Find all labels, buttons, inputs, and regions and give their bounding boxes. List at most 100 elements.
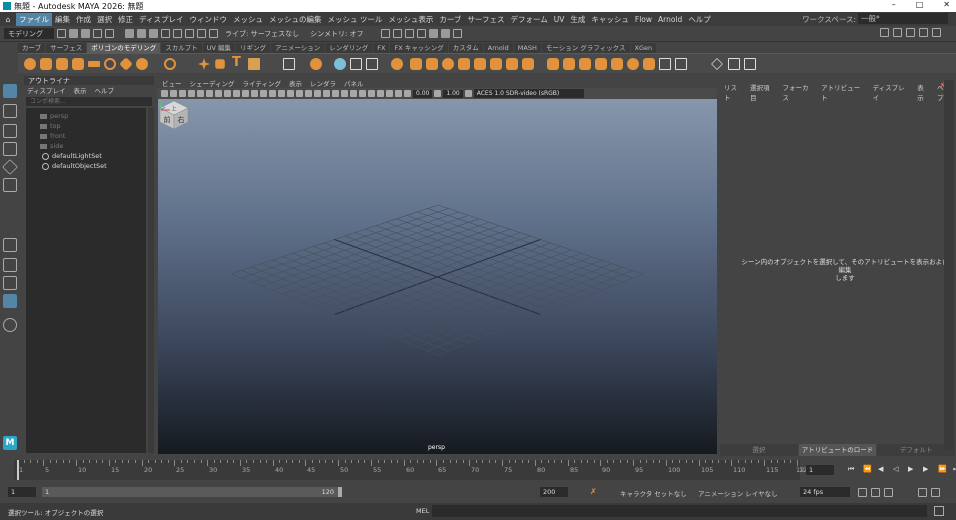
loop-icon[interactable] bbox=[858, 488, 867, 497]
planar-mapping-icon[interactable] bbox=[659, 58, 671, 70]
animation-preferences-icon[interactable] bbox=[931, 488, 940, 497]
character-set-dropdown[interactable]: キャラクタ セットなし bbox=[620, 488, 687, 498]
combine-icon[interactable] bbox=[283, 58, 295, 70]
current-frame-field[interactable]: 1 bbox=[806, 465, 834, 475]
tool-settings-icon[interactable] bbox=[919, 28, 928, 37]
rotate-tool-icon[interactable] bbox=[2, 159, 18, 175]
shelf-tab-rendering[interactable]: レンダリング bbox=[325, 43, 373, 53]
film-gate-icon[interactable] bbox=[224, 90, 231, 97]
default-material-icon[interactable] bbox=[296, 90, 303, 97]
wireframe-icon[interactable] bbox=[278, 90, 285, 97]
outliner-search-input[interactable]: コンポ検索... bbox=[26, 97, 152, 106]
menu-cache[interactable]: キャッシュ bbox=[588, 13, 632, 26]
auto-key-icon[interactable]: ✗ bbox=[590, 487, 597, 496]
ae-select-button[interactable]: 選択 bbox=[720, 444, 798, 456]
menu-display[interactable]: ディスプレイ bbox=[136, 13, 186, 26]
boolean-icon[interactable] bbox=[366, 58, 378, 70]
symmetry-dropdown[interactable]: シンメトリ: オフ bbox=[306, 28, 367, 39]
depth-of-field-icon[interactable] bbox=[359, 90, 366, 97]
ambient-occlusion-icon[interactable] bbox=[332, 90, 339, 97]
menu-surfaces[interactable]: サーフェス bbox=[464, 13, 507, 26]
resolution-gate-icon[interactable] bbox=[233, 90, 240, 97]
isolate-select-icon[interactable] bbox=[368, 90, 375, 97]
colorspace-dropdown[interactable]: ACES 1.0 SDR-video (sRGB) bbox=[473, 89, 584, 98]
menu-curves[interactable]: カーブ bbox=[436, 13, 464, 26]
render-frame-icon[interactable] bbox=[392, 29, 402, 38]
snap-curve-icon[interactable] bbox=[173, 29, 182, 38]
safe-title-icon[interactable] bbox=[269, 90, 276, 97]
bridge-icon[interactable] bbox=[458, 58, 470, 70]
menu-windows[interactable]: ウィンドウ bbox=[186, 13, 230, 26]
poly-type-icon[interactable] bbox=[215, 59, 225, 69]
shelf-tab-fx[interactable]: FX bbox=[373, 43, 390, 53]
menu-create[interactable]: 作成 bbox=[73, 13, 94, 26]
cache-playback-icon[interactable] bbox=[871, 488, 880, 497]
ae-menu-selected[interactable]: 選択項目 bbox=[750, 82, 775, 102]
poly-disc-icon[interactable] bbox=[119, 57, 133, 71]
shelf-tab-animation[interactable]: アニメーション bbox=[271, 43, 325, 53]
outliner-scrollbar[interactable] bbox=[148, 108, 154, 453]
ae-menu-focus[interactable]: フォーカス bbox=[782, 82, 814, 102]
new-scene-icon[interactable] bbox=[57, 29, 66, 38]
fill-hole-icon[interactable] bbox=[490, 58, 502, 70]
step-forward-key-icon[interactable]: ⏩ bbox=[938, 465, 947, 473]
camera-attributes-icon[interactable] bbox=[170, 90, 177, 97]
target-weld-icon[interactable] bbox=[579, 58, 591, 70]
smooth-shade-icon[interactable] bbox=[287, 90, 294, 97]
viewcube-top-label[interactable]: 上 bbox=[171, 105, 176, 112]
list-item[interactable]: top bbox=[40, 122, 61, 130]
snap-grid-icon[interactable] bbox=[161, 29, 170, 38]
smooth-icon[interactable] bbox=[350, 58, 362, 70]
maximize-button[interactable]: □ bbox=[916, 0, 924, 9]
play-forwards-icon[interactable]: ▶ bbox=[908, 465, 916, 473]
redo-icon[interactable] bbox=[105, 29, 114, 38]
move-tool-icon[interactable] bbox=[3, 142, 17, 156]
poly-plane-icon[interactable] bbox=[88, 61, 100, 67]
snap-surface-icon[interactable] bbox=[209, 29, 218, 38]
minimize-button[interactable]: – bbox=[892, 0, 896, 9]
save-scene-icon[interactable] bbox=[81, 29, 90, 38]
render-view-icon[interactable] bbox=[440, 29, 450, 38]
list-item[interactable]: defaultObjectSet bbox=[42, 162, 107, 170]
motion-blur-icon[interactable] bbox=[341, 90, 348, 97]
shelf-tab-motion-graphics[interactable]: モーション グラフィックス bbox=[541, 43, 630, 53]
textured-icon[interactable] bbox=[305, 90, 312, 97]
playback-options-icon[interactable] bbox=[884, 488, 893, 497]
mel-label[interactable]: MEL bbox=[416, 507, 429, 515]
play-backwards-icon[interactable]: ◁ bbox=[893, 465, 901, 473]
attribute-editor-icon[interactable] bbox=[906, 28, 915, 37]
xray-joints-icon[interactable] bbox=[386, 90, 393, 97]
select-object-icon[interactable] bbox=[137, 29, 146, 38]
connect-tool-icon[interactable] bbox=[595, 58, 607, 70]
ae-menu-attributes[interactable]: アトリビュート bbox=[821, 82, 865, 102]
type-tool-icon[interactable]: T bbox=[232, 56, 244, 69]
select-component-icon[interactable] bbox=[149, 29, 158, 38]
shelf-tab-custom[interactable]: カスタム bbox=[448, 43, 483, 53]
current-time-indicator[interactable] bbox=[17, 460, 19, 480]
channel-box-icon[interactable] bbox=[932, 28, 941, 37]
snap-point-icon[interactable] bbox=[185, 29, 194, 38]
four-pane-layout-icon[interactable] bbox=[3, 258, 17, 272]
exposure-icon[interactable] bbox=[404, 90, 411, 97]
shelf-tab-surfaces[interactable]: サーフェス bbox=[46, 43, 87, 53]
menu-mesh-tools[interactable]: メッシュ ツール bbox=[324, 13, 385, 26]
lights-icon[interactable] bbox=[314, 90, 321, 97]
maya-m-logo-icon[interactable]: M bbox=[3, 436, 17, 450]
menu-set-dropdown[interactable]: モデリング bbox=[4, 28, 54, 39]
shelf-tab-arnold[interactable]: Arnold bbox=[483, 43, 513, 53]
menu-edit[interactable]: 編集 bbox=[52, 13, 73, 26]
collapse-icon[interactable] bbox=[522, 58, 534, 70]
menu-flow[interactable]: Flow bbox=[632, 14, 655, 25]
retopo-icon[interactable] bbox=[410, 58, 422, 70]
outliner-menu-show[interactable]: 表示 bbox=[74, 85, 87, 95]
shelf-tab-rigging[interactable]: リギング bbox=[236, 43, 271, 53]
poly-sphere-icon[interactable] bbox=[24, 58, 36, 70]
single-pane-layout-icon[interactable] bbox=[3, 238, 17, 252]
bookmark-icon[interactable] bbox=[179, 90, 186, 97]
gamma-icon[interactable] bbox=[434, 90, 442, 97]
image-plane-icon[interactable] bbox=[188, 90, 195, 97]
remesh-icon[interactable] bbox=[391, 58, 403, 70]
lasso-tool-icon[interactable] bbox=[3, 104, 17, 118]
script-editor-icon[interactable] bbox=[934, 506, 944, 516]
automatic-mapping-icon[interactable] bbox=[675, 58, 687, 70]
